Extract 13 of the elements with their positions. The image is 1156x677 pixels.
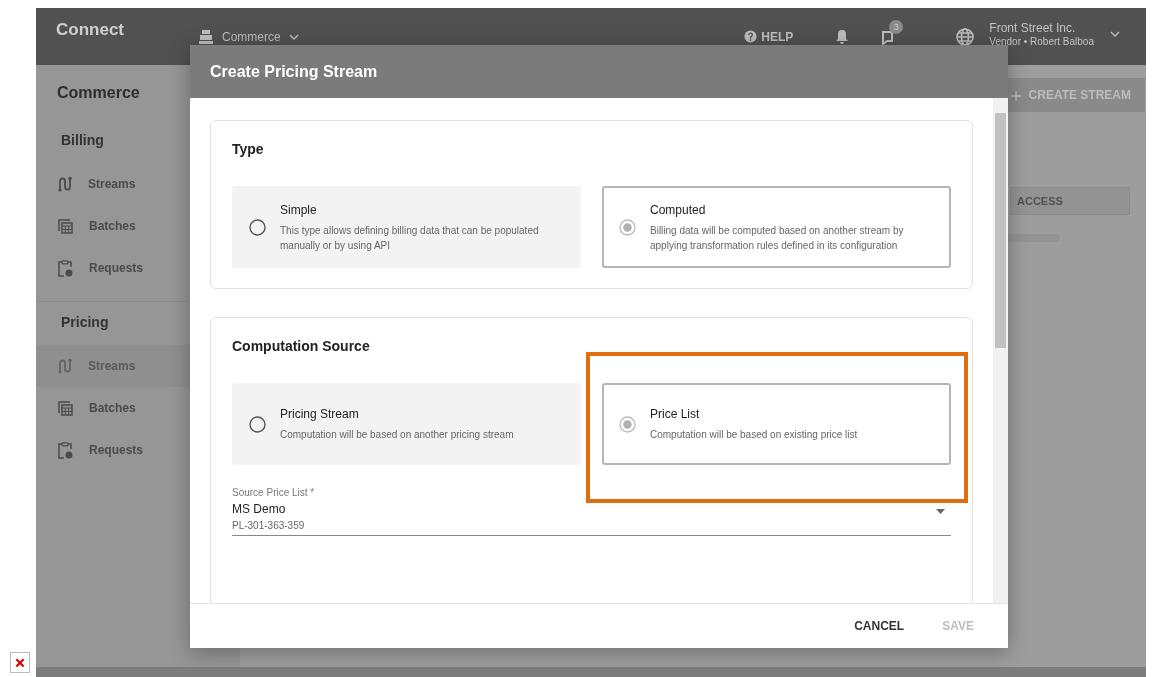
option-description: Billing data will be computed based on another stream by applying transformation rules defined in its configuration	[650, 224, 905, 253]
option-title: Simple	[280, 202, 318, 219]
dialog-title: Create Pricing Stream	[190, 45, 1008, 98]
option-title: Pricing Stream	[280, 406, 360, 424]
option-title: Computed	[650, 202, 707, 219]
option-description: This type allows defining billing data that can be populated manually or by using API	[280, 224, 540, 253]
option-description: Computation will be based on existing price list	[650, 428, 858, 443]
option-title: Price List	[650, 406, 701, 424]
table-header: ACCESS	[1010, 187, 1130, 215]
sidebar-section-title: Pricing	[60, 313, 110, 332]
sidebar-title: Commerce	[57, 82, 140, 103]
section-title: Type	[232, 140, 265, 159]
option-description: Computation will be based on another pricing stream	[280, 428, 514, 443]
